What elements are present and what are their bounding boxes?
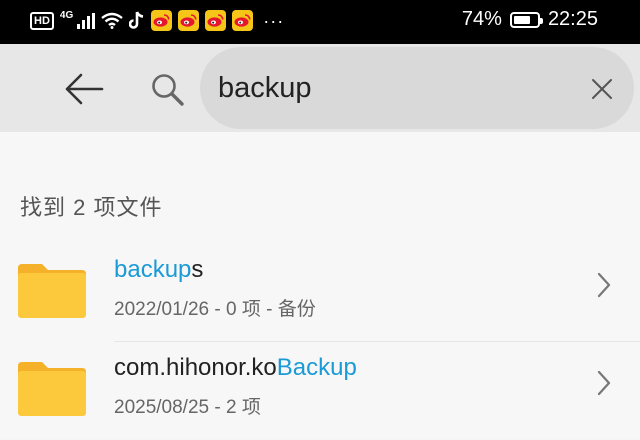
battery-icon bbox=[509, 11, 543, 28]
file-name: backups bbox=[114, 256, 203, 284]
back-button[interactable] bbox=[60, 70, 108, 108]
results-area: 找到 2 项文件 backups 2022/01/26 - 0 项 - 备份 c… bbox=[0, 132, 640, 438]
clear-search-button[interactable] bbox=[588, 75, 616, 103]
network-type: 4G bbox=[59, 10, 74, 21]
arrow-left-icon bbox=[65, 73, 104, 105]
result-count: 找到 2 项文件 bbox=[20, 195, 163, 220]
signal-icon bbox=[77, 12, 96, 29]
search-toolbar bbox=[0, 44, 640, 132]
chevron-right-icon bbox=[597, 370, 611, 396]
magnifier-icon bbox=[152, 74, 184, 106]
status-right: 74% 22:25 bbox=[462, 8, 598, 31]
file-name-match: backup bbox=[114, 256, 192, 283]
more-notifications-icon: ··· bbox=[263, 10, 285, 31]
folder-icon bbox=[18, 362, 86, 416]
hd-badge: HD bbox=[30, 11, 54, 30]
status-bar: HD 4G ··· 74% 22:25 bbox=[0, 0, 640, 44]
chevron-right-icon bbox=[597, 272, 611, 298]
weibo-icon bbox=[178, 10, 200, 31]
weibo-icon bbox=[205, 10, 227, 31]
wifi-icon bbox=[101, 12, 123, 29]
list-item[interactable]: com.hihonor.koBackup 2025/08/25 - 2 项 bbox=[0, 340, 640, 440]
file-name-suffix: s bbox=[191, 256, 204, 283]
file-meta: 2022/01/26 - 0 项 - 备份 bbox=[114, 299, 316, 320]
battery-fill bbox=[513, 15, 531, 24]
file-name: com.hihonor.koBackup bbox=[114, 354, 357, 382]
battery-percent: 74% bbox=[461, 8, 502, 30]
search-box[interactable] bbox=[200, 47, 634, 129]
close-icon bbox=[592, 79, 612, 99]
file-name-prefix: com.hihonor.ko bbox=[114, 354, 277, 381]
search-input[interactable] bbox=[216, 71, 570, 106]
weibo-icon bbox=[151, 10, 173, 31]
weibo-icon bbox=[232, 10, 254, 31]
file-name-match: Backup bbox=[276, 354, 357, 381]
tiktok-icon bbox=[129, 11, 144, 29]
file-meta: 2025/08/25 - 2 项 bbox=[114, 397, 261, 418]
status-left: HD 4G ··· bbox=[30, 10, 284, 31]
clock: 22:25 bbox=[547, 8, 598, 30]
folder-icon bbox=[18, 264, 86, 318]
list-item[interactable]: backups 2022/01/26 - 0 项 - 备份 bbox=[0, 242, 640, 342]
